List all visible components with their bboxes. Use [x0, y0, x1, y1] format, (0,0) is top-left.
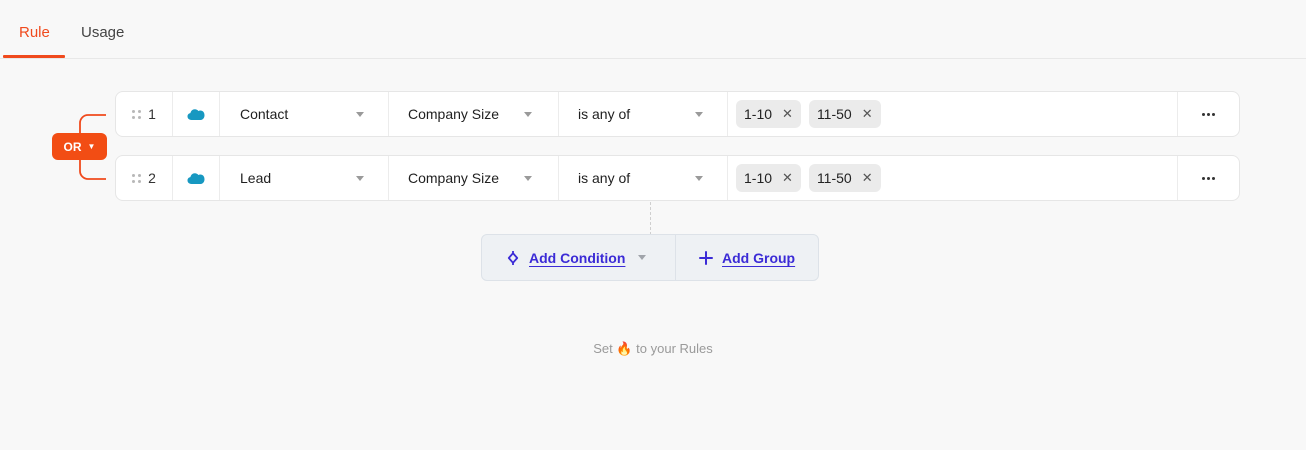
- plus-icon: [699, 250, 713, 265]
- condition-diamond-icon: [507, 250, 519, 265]
- add-group-label: Add Group: [722, 249, 796, 266]
- chevron-down-icon: [524, 112, 532, 117]
- remove-chip-icon[interactable]: ✕: [862, 106, 873, 122]
- caret-down-icon: ▼: [87, 142, 96, 151]
- operator-value: is any of: [578, 170, 631, 186]
- tab-bar: Rule Usage: [0, 0, 1306, 59]
- value-chip: 1-10 ✕: [736, 164, 801, 192]
- more-options-button[interactable]: [1177, 156, 1239, 200]
- chevron-down-icon: [524, 176, 532, 181]
- rule-row: 2 Lead Company Size is any of 1-10 ✕ 11-…: [115, 155, 1240, 201]
- more-horizontal-icon: [1202, 112, 1215, 116]
- value-chip-label: 1-10: [744, 106, 773, 122]
- remove-chip-icon[interactable]: ✕: [782, 106, 793, 122]
- chevron-down-icon[interactable]: [638, 255, 647, 260]
- object-select[interactable]: Lead: [219, 156, 388, 200]
- remove-chip-icon[interactable]: ✕: [782, 170, 793, 186]
- value-chip: 11-50 ✕: [808, 164, 881, 192]
- object-value: Contact: [240, 106, 289, 122]
- footer-prefix: Set: [593, 341, 613, 356]
- add-condition-label: Add Condition: [529, 249, 626, 266]
- add-condition-button[interactable]: Add Condition: [482, 235, 675, 280]
- object-select[interactable]: Contact: [219, 92, 388, 136]
- value-chip-label: 11-50: [816, 170, 852, 186]
- value-chip-label: 11-50: [816, 106, 852, 122]
- object-value: Lead: [240, 170, 272, 186]
- rule-index: 2: [148, 170, 156, 186]
- dashed-connector: [650, 202, 651, 235]
- tab-usage[interactable]: Usage: [81, 24, 124, 41]
- more-options-button[interactable]: [1177, 92, 1239, 136]
- operator-select[interactable]: is any of: [558, 156, 727, 200]
- logic-operator-button[interactable]: OR ▼: [52, 133, 107, 160]
- chevron-down-icon: [356, 112, 364, 117]
- logic-operator-label: OR: [63, 139, 82, 154]
- values-input[interactable]: 1-10 ✕ 11-50 ✕: [727, 92, 1177, 136]
- values-input[interactable]: 1-10 ✕ 11-50 ✕: [727, 156, 1177, 200]
- footer-suffix: to your Rules: [636, 341, 713, 356]
- value-chip: 1-10 ✕: [736, 100, 801, 128]
- operator-select[interactable]: is any of: [558, 92, 727, 136]
- value-chip-label: 1-10: [744, 170, 773, 186]
- field-select[interactable]: Company Size: [388, 92, 558, 136]
- source-cell: [172, 92, 219, 136]
- drag-handle-icon[interactable]: [132, 109, 142, 119]
- chevron-down-icon: [695, 176, 703, 181]
- field-value: Company Size: [408, 106, 500, 122]
- source-cell: [172, 156, 219, 200]
- more-horizontal-icon: [1202, 176, 1215, 180]
- add-group-button[interactable]: Add Group: [675, 235, 818, 280]
- operator-value: is any of: [578, 106, 631, 122]
- remove-chip-icon[interactable]: ✕: [862, 170, 873, 186]
- tab-rule[interactable]: Rule: [19, 24, 50, 41]
- field-select[interactable]: Company Size: [388, 156, 558, 200]
- chevron-down-icon: [695, 112, 703, 117]
- chevron-down-icon: [356, 176, 364, 181]
- rule-row: 1 Contact Company Size is any of 1-10 ✕ …: [115, 91, 1240, 137]
- rule-index-cell: 2: [116, 156, 172, 200]
- rule-index-cell: 1: [116, 92, 172, 136]
- field-value: Company Size: [408, 170, 500, 186]
- add-actions-bar: Add Condition Add Group: [481, 234, 819, 281]
- footer-hint: Set 🔥 to your Rules: [0, 341, 1306, 357]
- active-tab-indicator: [3, 55, 65, 58]
- rule-index: 1: [148, 106, 156, 122]
- fire-emoji-icon: 🔥: [616, 341, 633, 356]
- drag-handle-icon[interactable]: [132, 173, 142, 183]
- value-chip: 11-50 ✕: [808, 100, 881, 128]
- salesforce-cloud-icon: [187, 108, 205, 120]
- salesforce-cloud-icon: [187, 172, 205, 184]
